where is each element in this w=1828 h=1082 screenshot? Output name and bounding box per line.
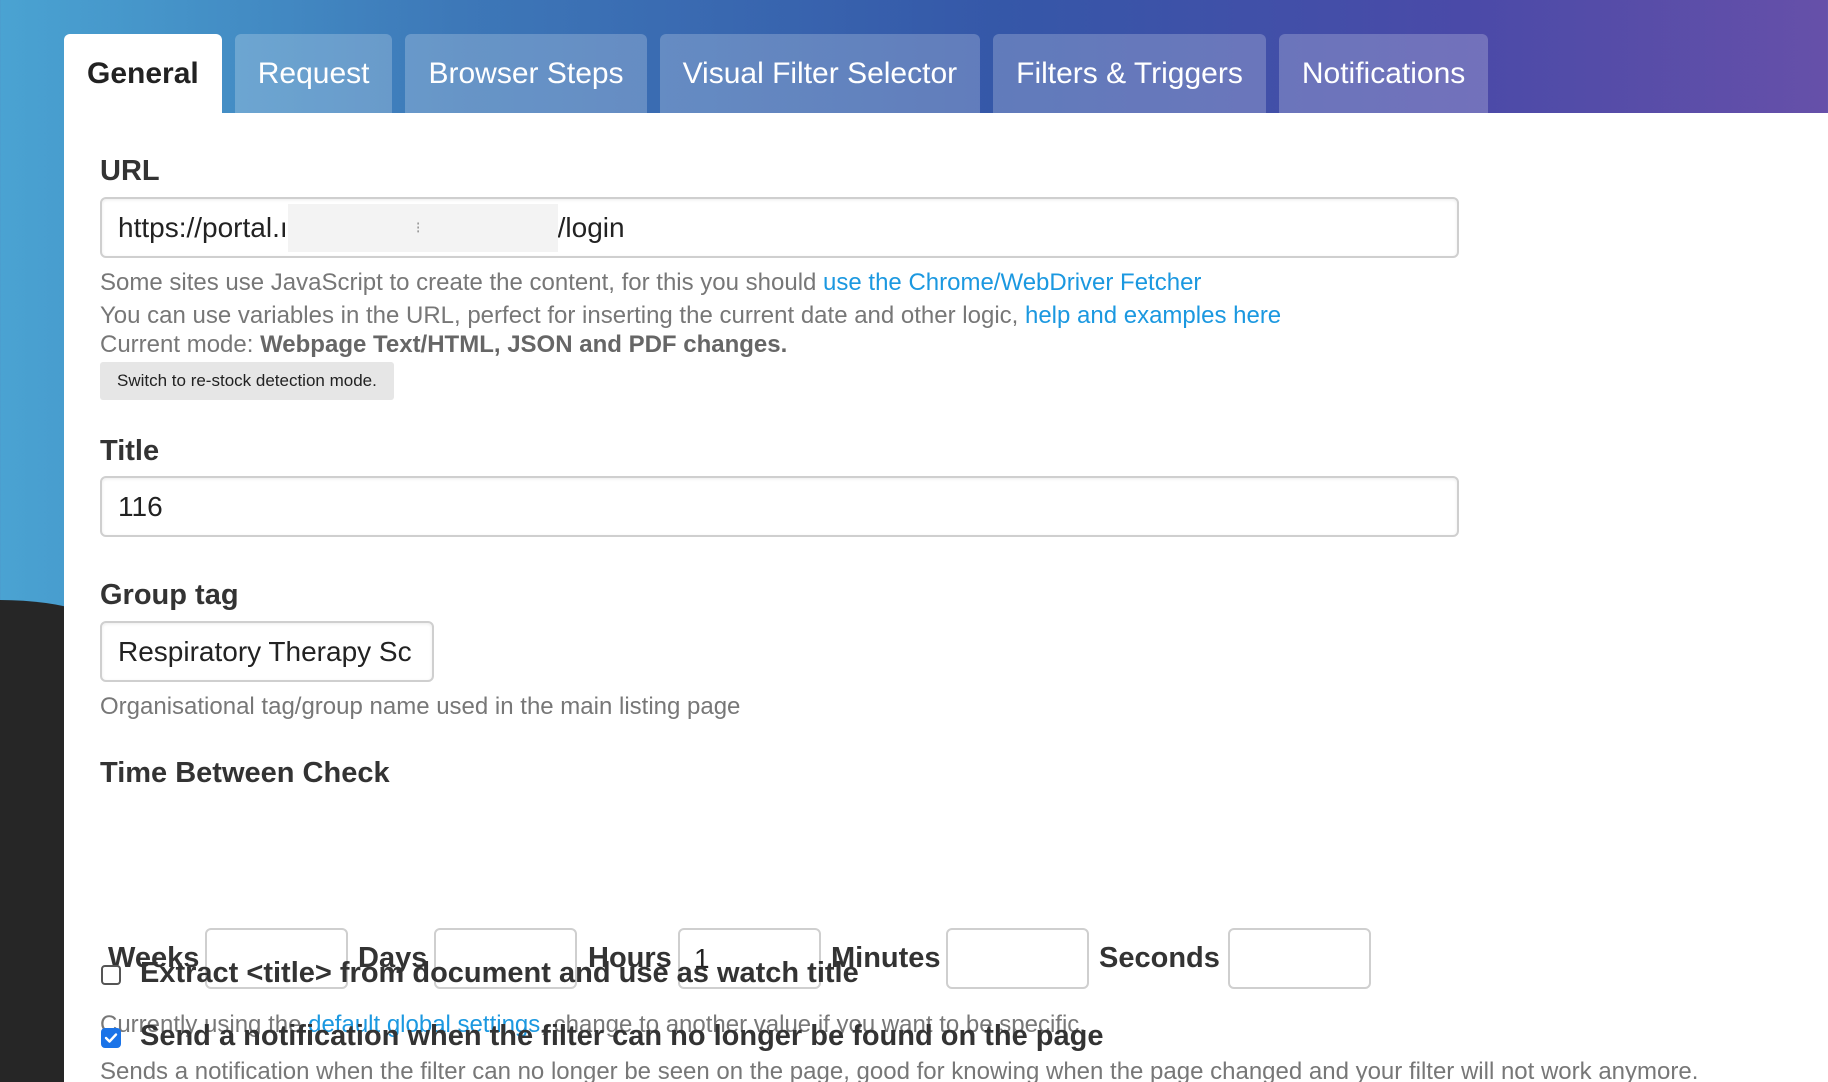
tab-visual-filter-selector[interactable]: Visual Filter Selector <box>659 34 981 113</box>
tab-browser-steps[interactable]: Browser Steps <box>405 34 647 113</box>
seconds-input[interactable] <box>1228 928 1371 989</box>
url-help-variables-text: You can use variables in the URL, perfec… <box>100 302 1025 329</box>
checkmark-icon <box>104 1033 118 1043</box>
extract-title-label: Extract <title> from document and use as… <box>140 957 859 989</box>
group-tag-input[interactable] <box>100 621 434 682</box>
url-value-prefix: https://portal.ı <box>118 211 288 243</box>
filter-notification-label: Send a notification when the filter can … <box>140 1020 1104 1052</box>
group-tag-help: Organisational tag/group name used in th… <box>100 693 741 720</box>
tab-filters-triggers[interactable]: Filters & Triggers <box>993 34 1266 113</box>
filter-notification-help: Sends a notification when the filter can… <box>100 1058 1699 1082</box>
time-between-check-label: Time Between Check <box>100 757 390 789</box>
url-value-suffix: /login <box>557 211 625 243</box>
filter-notification-checkbox[interactable] <box>101 1028 121 1048</box>
current-mode-label: Current mode: <box>100 331 261 358</box>
url-input[interactable]: https://portal.ı ⁝ /login <box>100 197 1459 258</box>
url-help-variables: You can use variables in the URL, perfec… <box>100 302 1281 330</box>
help-and-examples-link[interactable]: help and examples here <box>1025 302 1281 329</box>
chrome-webdriver-fetcher-link[interactable]: use the Chrome/WebDriver Fetcher <box>823 269 1201 296</box>
group-tag-label: Group tag <box>100 579 239 611</box>
tab-notifications[interactable]: Notifications <box>1278 34 1489 113</box>
switch-restock-mode-button[interactable]: Switch to re-stock detection mode. <box>100 362 394 400</box>
general-settings-panel: URL https://portal.ı ⁝ /login Some sites… <box>64 113 1828 1082</box>
current-mode-value: Webpage Text/HTML, JSON and PDF changes. <box>260 331 788 358</box>
tab-general[interactable]: General <box>64 34 222 113</box>
current-mode: Current mode: Webpage Text/HTML, JSON an… <box>100 331 787 359</box>
url-help-javascript: Some sites use JavaScript to create the … <box>100 269 1201 297</box>
minutes-input[interactable] <box>946 928 1089 989</box>
seconds-label: Seconds <box>1099 942 1220 974</box>
title-input[interactable] <box>100 476 1459 537</box>
tab-request[interactable]: Request <box>234 34 393 113</box>
title-label: Title <box>100 435 160 467</box>
extract-title-checkbox[interactable] <box>101 965 121 985</box>
url-value-mid: ⁝ <box>415 219 421 237</box>
redaction-block <box>287 203 558 252</box>
url-label: URL <box>100 155 160 187</box>
url-help-javascript-text: Some sites use JavaScript to create the … <box>100 269 824 296</box>
tab-bar: General Request Browser Steps Visual Fil… <box>64 34 1489 113</box>
